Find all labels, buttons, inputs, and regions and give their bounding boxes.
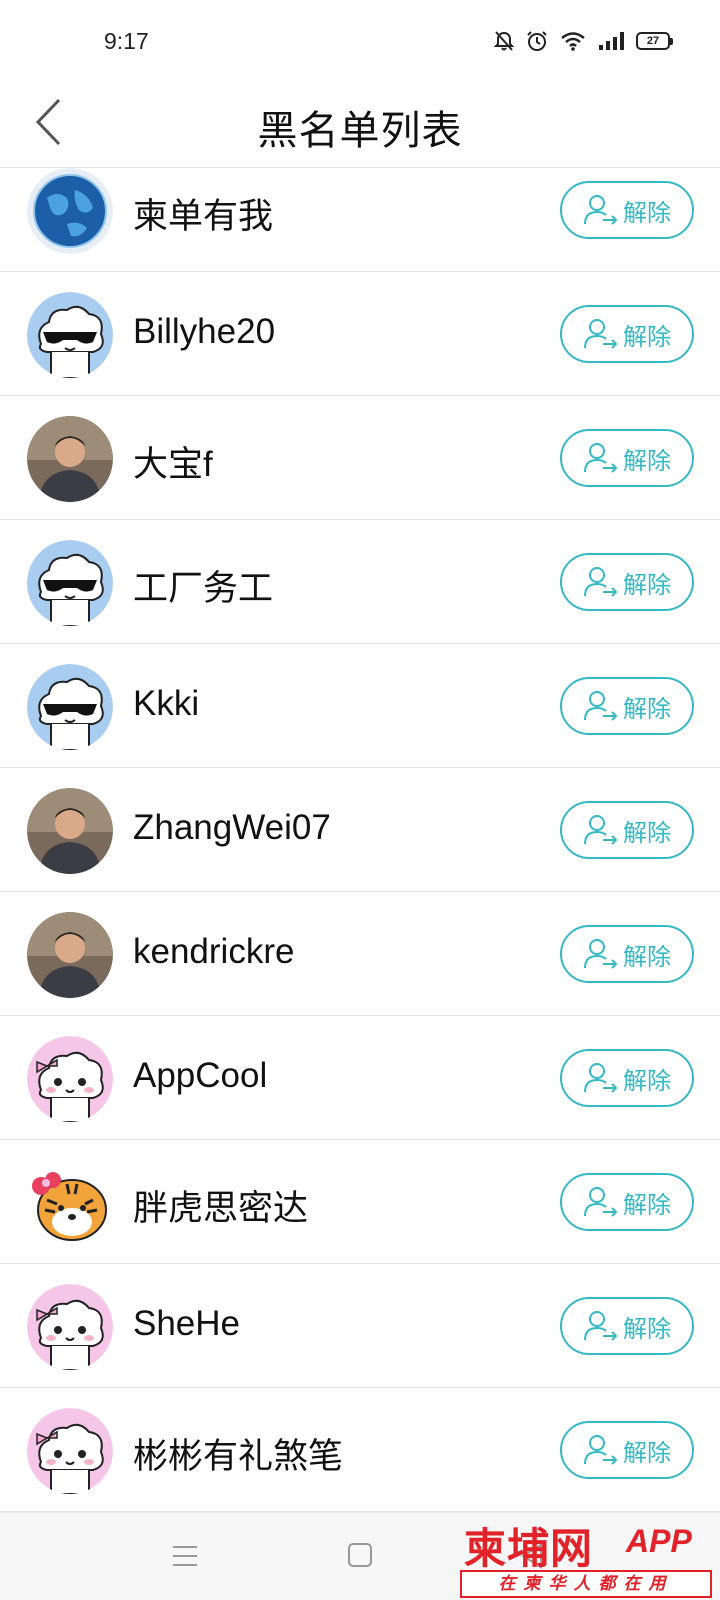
blacklist-row: AppCool 解除 [0, 1016, 720, 1140]
unblock-label: 解除 [623, 943, 671, 971]
user-arrow-icon [583, 1186, 619, 1218]
unblock-label: 解除 [623, 819, 671, 847]
username: 彬彬有礼煞笔 [133, 1437, 344, 1476]
unblock-button[interactable]: 解除 [560, 1297, 694, 1355]
user-arrow-icon [583, 318, 619, 350]
avatar[interactable] [27, 1284, 113, 1370]
unblock-label: 解除 [623, 447, 671, 475]
status-icons: 27 [494, 30, 673, 52]
bell-off-icon [494, 30, 514, 52]
unblock-button[interactable]: 解除 [560, 801, 694, 859]
unblock-label: 解除 [623, 1315, 671, 1343]
unblock-button[interactable]: 解除 [560, 429, 694, 487]
watermark-app: APP [626, 1523, 692, 1559]
header: 黑名单列表 [0, 88, 720, 168]
menu-icon[interactable] [172, 1545, 198, 1572]
username: 工厂务工 [133, 569, 274, 608]
username: 大宝f [133, 445, 213, 484]
watermark-brand: 柬埔网 [464, 1524, 594, 1573]
unblock-button[interactable]: 解除 [560, 1049, 694, 1107]
blacklist-row: kendrickre 解除 [0, 892, 720, 1016]
unblock-label: 解除 [623, 199, 671, 227]
blacklist-row: 大宝f 解除 [0, 396, 720, 520]
blacklist-row: SheHe 解除 [0, 1264, 720, 1388]
watermark: 柬埔网 APP 在柬华人都在用 [458, 1515, 720, 1600]
avatar[interactable] [27, 664, 113, 750]
avatar[interactable] [27, 540, 113, 626]
user-arrow-icon [583, 1310, 619, 1342]
status-bar: 9:17 27 [0, 0, 720, 88]
user-arrow-icon [583, 690, 619, 722]
blacklist-row: Billyhe20 解除 [0, 272, 720, 396]
unblock-button[interactable]: 解除 [560, 553, 694, 611]
status-time: 9:17 [104, 28, 149, 54]
avatar[interactable] [27, 788, 113, 874]
blacklist-row: Kkki 解除 [0, 644, 720, 768]
avatar[interactable] [27, 1160, 113, 1246]
blacklist-row: 彬彬有礼煞笔 解除 [0, 1388, 720, 1512]
avatar[interactable] [27, 416, 113, 502]
blacklist-row: ZhangWei07 解除 [0, 768, 720, 892]
battery-icon: 27 [636, 32, 673, 50]
home-square-icon[interactable] [348, 1543, 372, 1567]
username: 胖虎思密达 [133, 1189, 309, 1228]
avatar[interactable] [27, 912, 113, 998]
unblock-button[interactable]: 解除 [560, 1421, 694, 1479]
unblock-label: 解除 [623, 695, 671, 723]
username: Kkki [133, 684, 200, 723]
blacklist-row: 柬单有我 解除 [0, 168, 720, 272]
unblock-button[interactable]: 解除 [560, 305, 694, 363]
user-arrow-icon [583, 194, 619, 226]
watermark-slogan: 在柬华人都在用 [460, 1570, 712, 1598]
user-arrow-icon [583, 566, 619, 598]
avatar[interactable] [27, 292, 113, 378]
avatar[interactable] [27, 168, 113, 254]
unblock-label: 解除 [623, 1067, 671, 1095]
username: ZhangWei07 [133, 808, 331, 847]
user-arrow-icon [583, 1434, 619, 1466]
user-arrow-icon [583, 1062, 619, 1094]
username: SheHe [133, 1304, 241, 1343]
unblock-button[interactable]: 解除 [560, 677, 694, 735]
unblock-button[interactable]: 解除 [560, 181, 694, 239]
user-arrow-icon [583, 938, 619, 970]
wifi-icon [560, 31, 586, 51]
blacklist-row: 工厂务工 解除 [0, 520, 720, 644]
user-arrow-icon [583, 442, 619, 474]
unblock-button[interactable]: 解除 [560, 1173, 694, 1231]
unblock-label: 解除 [623, 1439, 671, 1467]
page-title: 黑名单列表 [257, 109, 463, 153]
blacklist-row: 胖虎思密达 解除 [0, 1140, 720, 1264]
signal-icon [598, 31, 624, 51]
avatar[interactable] [27, 1036, 113, 1122]
unblock-label: 解除 [623, 1191, 671, 1219]
user-arrow-icon [583, 814, 619, 846]
username: kendrickre [133, 932, 295, 971]
username: Billyhe20 [133, 312, 276, 351]
unblock-label: 解除 [623, 571, 671, 599]
unblock-button[interactable]: 解除 [560, 925, 694, 983]
username: AppCool [133, 1056, 268, 1095]
alarm-icon [526, 30, 548, 52]
blacklist: 柬单有我 解除 Billyhe20 解除 大宝f 解除 工厂务工 解除 Kkki 解除 ZhangW… [0, 168, 720, 1512]
avatar[interactable] [27, 1408, 113, 1494]
username: 柬单有我 [133, 197, 274, 236]
unblock-label: 解除 [623, 323, 671, 351]
